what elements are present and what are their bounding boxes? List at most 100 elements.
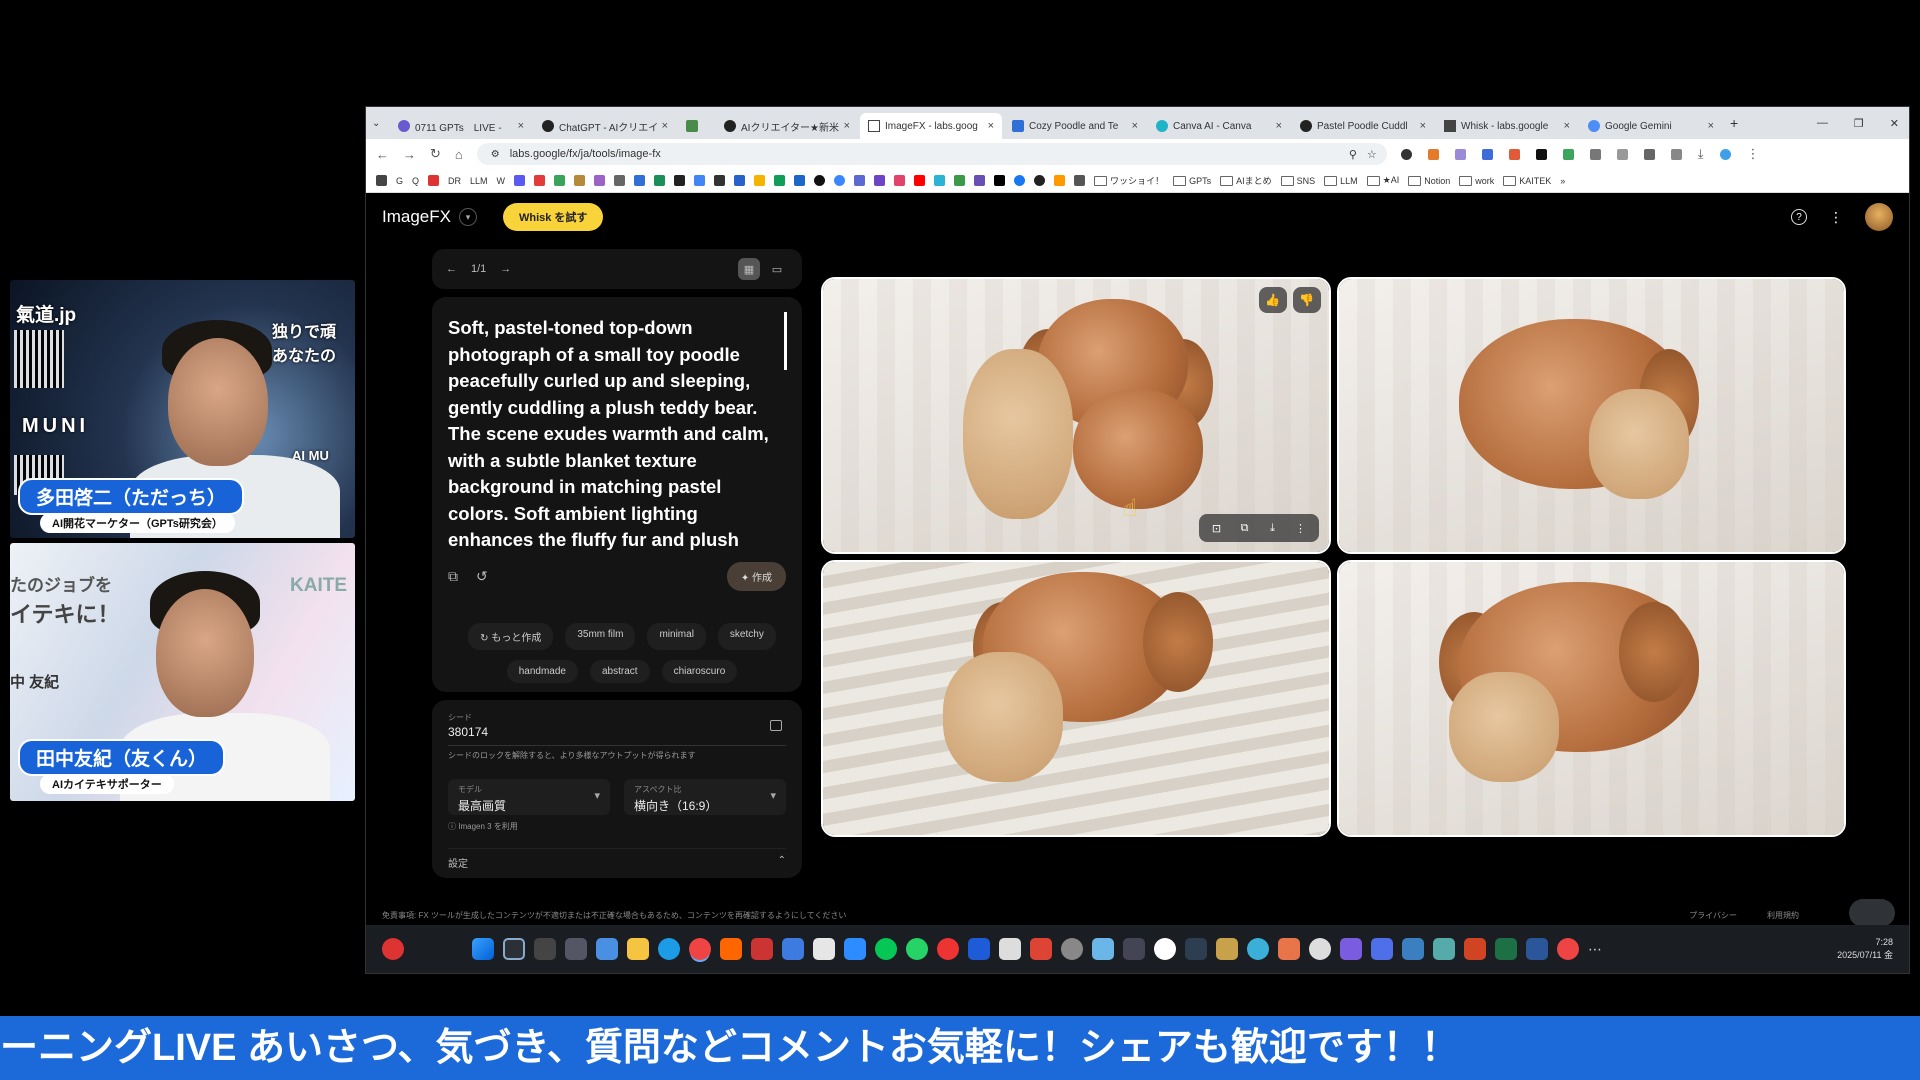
bookmark-item[interactable]: DR: [448, 176, 461, 186]
task-view-icon[interactable]: [534, 938, 556, 960]
bookmark-icon[interactable]: [1074, 175, 1086, 186]
close-icon[interactable]: ×: [1420, 120, 1426, 132]
close-window-icon[interactable]: ✕: [1890, 117, 1899, 130]
app-icon[interactable]: [1402, 938, 1424, 960]
bookmark-icon[interactable]: [634, 175, 646, 186]
single-view-icon[interactable]: ▭: [766, 258, 788, 280]
floating-action-button[interactable]: [1849, 899, 1895, 927]
aspect-ratio-select[interactable]: アスペクト比 横向き（16:9）: [624, 779, 786, 815]
bookmark-folder[interactable]: AIまとめ: [1220, 174, 1272, 187]
bookmark-item[interactable]: W: [497, 176, 506, 186]
app-icon[interactable]: [1185, 938, 1207, 960]
extension-icon[interactable]: [1508, 148, 1520, 160]
thumbs-down-icon[interactable]: 👎: [1292, 287, 1321, 313]
terms-link[interactable]: 利用規約: [1767, 910, 1799, 921]
reset-icon[interactable]: ↺: [476, 568, 488, 585]
bookmark-folder[interactable]: KAITEK: [1503, 176, 1551, 186]
user-avatar[interactable]: [1865, 203, 1893, 231]
bookmark-icon[interactable]: [874, 175, 886, 186]
close-icon[interactable]: ×: [518, 120, 524, 132]
tab-search-icon[interactable]: ⌄: [372, 118, 388, 129]
copy-icon[interactable]: ⧉: [448, 568, 458, 585]
record-icon[interactable]: [937, 938, 959, 960]
more-vert-icon[interactable]: ⋮: [1829, 209, 1843, 226]
collapse-icon[interactable]: ⌃: [778, 855, 786, 870]
start-icon[interactable]: [472, 938, 494, 960]
prompt-text[interactable]: Soft, pastel-toned top-down photograph o…: [448, 315, 783, 554]
bookmark-icon[interactable]: [428, 175, 440, 186]
next-arrow-icon[interactable]: →: [500, 263, 511, 275]
address-bar[interactable]: ⚙ labs.google/fx/ja/tools/image-fx ⚲ ☆: [476, 143, 1387, 165]
grid-icon[interactable]: [1643, 148, 1655, 160]
bookmark-folder[interactable]: LLM: [1324, 176, 1358, 186]
site-info-icon[interactable]: ⚙: [491, 149, 500, 160]
bookmark-item[interactable]: LLM: [470, 176, 488, 186]
mail-icon[interactable]: [596, 938, 618, 960]
notion-extension-icon[interactable]: [1535, 148, 1547, 160]
bookmark-icon[interactable]: [934, 175, 946, 186]
help-icon[interactable]: ?: [1791, 209, 1807, 225]
close-icon[interactable]: ×: [1132, 120, 1138, 132]
bookmark-icon[interactable]: [674, 175, 686, 186]
bookmark-star-icon[interactable]: ☆: [1367, 148, 1387, 161]
x-icon[interactable]: [994, 175, 1006, 186]
bookmark-item[interactable]: Q: [412, 176, 419, 186]
app-logo[interactable]: ImageFX: [382, 207, 451, 227]
tab-pinned[interactable]: [678, 113, 714, 139]
bookmark-icon[interactable]: [854, 175, 866, 186]
bookmark-icon[interactable]: [774, 175, 786, 186]
download-icon[interactable]: ⤓: [1261, 518, 1285, 538]
app-icon[interactable]: [1123, 938, 1145, 960]
claude-icon[interactable]: [1278, 938, 1300, 960]
reload-icon[interactable]: ↻: [430, 146, 441, 162]
style-chip[interactable]: minimal: [647, 623, 706, 650]
bookmark-folder[interactable]: SNS: [1281, 176, 1316, 186]
app-icon[interactable]: [813, 938, 835, 960]
puzzle-icon[interactable]: [1589, 148, 1601, 160]
close-icon[interactable]: ×: [1276, 120, 1282, 132]
bookmark-icon[interactable]: [514, 175, 526, 186]
style-chip[interactable]: handmade: [506, 660, 578, 683]
more-bookmarks-icon[interactable]: »: [1560, 176, 1565, 186]
zoom-app-icon[interactable]: [844, 938, 866, 960]
bookmark-icon[interactable]: [594, 175, 606, 186]
tab-pastel-poodle[interactable]: Pastel Poodle Cuddl ×: [1292, 113, 1434, 139]
close-icon[interactable]: ×: [662, 120, 668, 132]
bookmark-item[interactable]: G: [396, 176, 403, 186]
thumbs-up-icon[interactable]: 👍: [1258, 287, 1287, 313]
tab-gpts-live[interactable]: 0711 GPTs LIVE - ×: [390, 113, 532, 139]
generated-image-2[interactable]: [1336, 277, 1846, 554]
tab-imagefx[interactable]: ImageFX - labs.goog ×: [860, 113, 1002, 139]
bookmark-icon[interactable]: ⊡: [1205, 518, 1229, 538]
app-icon[interactable]: [751, 938, 773, 960]
generated-image-4[interactable]: [1336, 560, 1846, 837]
style-chip[interactable]: chiaroscuro: [661, 660, 738, 683]
bookmark-folder[interactable]: ワッショイ！: [1094, 174, 1164, 187]
app-icon[interactable]: [968, 938, 990, 960]
privacy-link[interactable]: プライバシー: [1689, 910, 1737, 921]
app-icon[interactable]: [1154, 938, 1176, 960]
extension-icon[interactable]: [1427, 148, 1439, 160]
seed-value[interactable]: 380174: [448, 725, 786, 739]
app-icon[interactable]: [1061, 938, 1083, 960]
minimize-icon[interactable]: —: [1817, 117, 1828, 130]
sidepanel-icon[interactable]: [1670, 148, 1682, 160]
bookmark-icon[interactable]: [794, 175, 806, 186]
bookmark-icon[interactable]: [694, 175, 706, 186]
bookmark-icon[interactable]: [714, 175, 726, 186]
chevron-down-icon[interactable]: ▾: [458, 208, 477, 226]
bookmark-icon[interactable]: [376, 175, 387, 186]
unlock-icon[interactable]: [770, 720, 782, 731]
app-icon[interactable]: [1216, 938, 1238, 960]
app-icon[interactable]: [1433, 938, 1455, 960]
excel-icon[interactable]: [1495, 938, 1517, 960]
more-create-chip[interactable]: ↻ もっと作成: [468, 623, 554, 650]
bookmark-folder[interactable]: GPTs: [1173, 176, 1211, 186]
bookmark-icon[interactable]: [734, 175, 746, 186]
bookmark-folder[interactable]: work: [1459, 176, 1494, 186]
youtube-icon[interactable]: [914, 175, 926, 186]
tab-ai-creator[interactable]: AIクリエイター★新米 ×: [716, 113, 858, 139]
generated-image-3[interactable]: [821, 560, 1331, 837]
edge-icon[interactable]: [658, 938, 680, 960]
close-icon[interactable]: ×: [1708, 120, 1714, 132]
